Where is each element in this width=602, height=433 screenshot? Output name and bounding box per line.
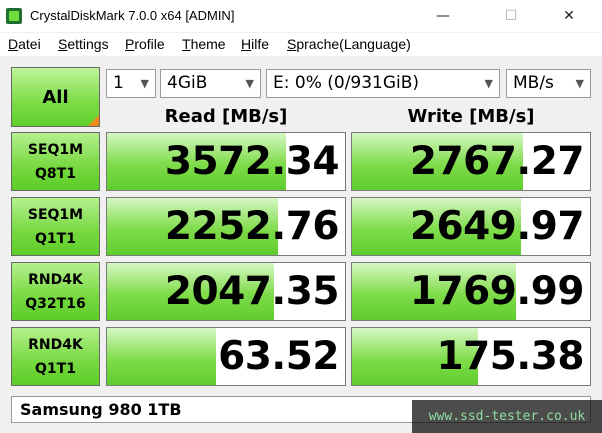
test-button-rnd4k-q1t1[interactable]: RND4K Q1T1: [11, 327, 100, 386]
write-header: Write [MB/s]: [407, 106, 535, 127]
read-header: Read [MB/s]: [164, 106, 288, 127]
read-result-value: 2252.76: [164, 204, 340, 249]
read-result-rnd4k-q32t16: 2047.35: [106, 262, 346, 321]
unit-select[interactable]: MB/s ▼: [506, 69, 591, 98]
test-label-line1: RND4K: [28, 271, 83, 288]
all-button-label: All: [42, 86, 69, 108]
drive-name: Samsung 980 1TB: [20, 400, 182, 419]
menu-datei[interactable]: Datei: [8, 36, 41, 52]
title-bar: CrystalDiskMark 7.0.0 x64 [ADMIN] — ☐ ✕: [0, 0, 602, 33]
menu-hilfe[interactable]: Hilfe: [241, 36, 269, 52]
test-label-line2: Q32T16: [25, 295, 86, 312]
all-button[interactable]: All: [11, 67, 100, 127]
test-count-value: 1: [113, 73, 124, 93]
menu-language[interactable]: Sprache(Language): [287, 36, 411, 52]
read-result-bar: [107, 328, 217, 385]
menu-theme[interactable]: Theme: [182, 36, 226, 52]
test-size-value: 4GiB: [167, 73, 208, 93]
write-result-value: 2767.27: [409, 139, 585, 184]
drive-select[interactable]: E: 0% (0/931GiB) ▼: [266, 69, 500, 98]
test-button-rnd4k-q32t16[interactable]: RND4K Q32T16: [11, 262, 100, 321]
close-button[interactable]: ✕: [546, 0, 592, 32]
chevron-down-icon: ▼: [245, 77, 254, 90]
window-title: CrystalDiskMark 7.0.0 x64 [ADMIN]: [30, 8, 235, 23]
chevron-down-icon: ▼: [484, 77, 493, 90]
test-label-line1: SEQ1M: [27, 141, 84, 158]
app-icon: [6, 8, 22, 24]
test-label-line2: Q1T1: [35, 360, 76, 377]
write-result-value: 1769.99: [409, 269, 585, 314]
test-label-line2: Q1T1: [35, 230, 76, 247]
read-result-seq1m-q8t1: 3572.34: [106, 132, 346, 191]
watermark: www.ssd-tester.co.uk: [412, 400, 602, 433]
write-result-seq1m-q1t1: 2649.97: [351, 197, 591, 256]
test-button-seq1m-q1t1[interactable]: SEQ1M Q1T1: [11, 197, 100, 256]
read-result-value: 2047.35: [164, 269, 340, 314]
chevron-down-icon: ▼: [140, 77, 149, 90]
write-result-value: 2649.97: [409, 204, 585, 249]
unit-value: MB/s: [513, 73, 554, 93]
menu-settings[interactable]: Settings: [58, 36, 109, 52]
minimize-button[interactable]: —: [420, 0, 466, 32]
menu-profile[interactable]: Profile: [125, 36, 165, 52]
read-result-rnd4k-q1t1: 63.52: [106, 327, 346, 386]
test-size-select[interactable]: 4GiB ▼: [160, 69, 261, 98]
corner-marker-icon: [88, 115, 99, 126]
read-result-value: 63.52: [218, 334, 339, 379]
write-result-rnd4k-q1t1: 175.38: [351, 327, 591, 386]
drive-value: E: 0% (0/931GiB): [273, 73, 420, 93]
test-label-line1: SEQ1M: [27, 206, 84, 223]
write-result-seq1m-q8t1: 2767.27: [351, 132, 591, 191]
menu-bar: Datei Settings Profile Theme Hilfe Sprac…: [0, 33, 602, 55]
test-button-seq1m-q8t1[interactable]: SEQ1M Q8T1: [11, 132, 100, 191]
write-result-value: 175.38: [436, 334, 585, 379]
read-result-value: 3572.34: [164, 139, 340, 184]
write-result-rnd4k-q32t16: 1769.99: [351, 262, 591, 321]
test-label-line1: RND4K: [28, 336, 83, 353]
chevron-down-icon: ▼: [575, 77, 584, 90]
test-label-line2: Q8T1: [35, 165, 76, 182]
read-result-seq1m-q1t1: 2252.76: [106, 197, 346, 256]
test-count-select[interactable]: 1 ▼: [106, 69, 156, 98]
maximize-button[interactable]: ☐: [488, 0, 534, 32]
